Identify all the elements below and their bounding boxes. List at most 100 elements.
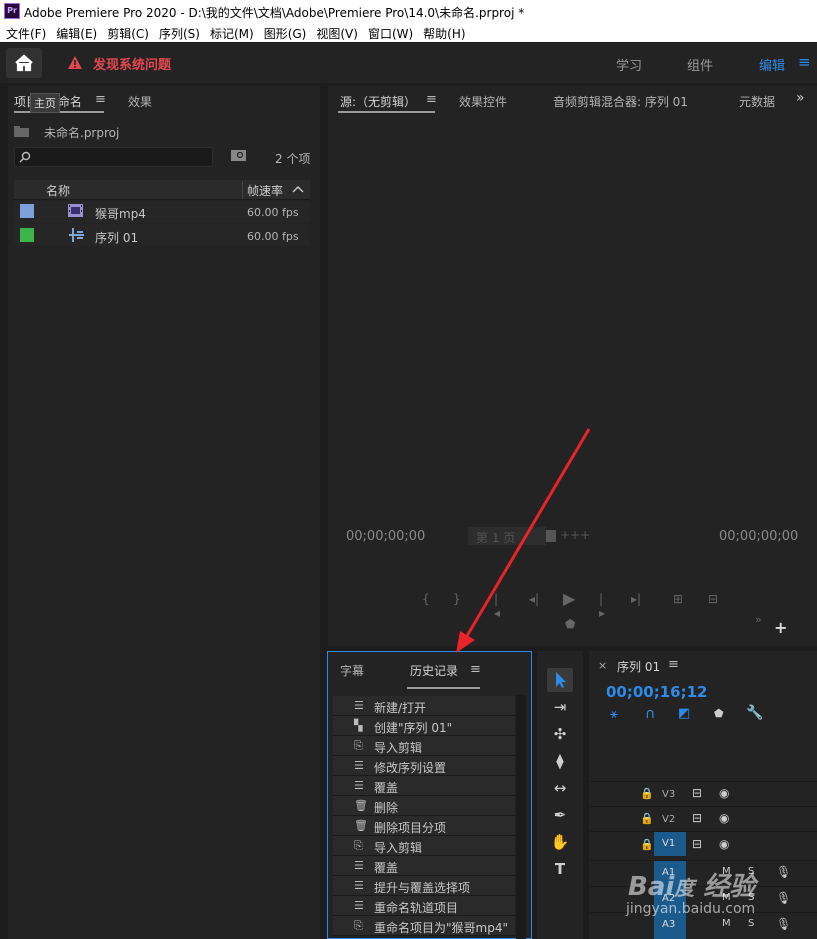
tab-captions[interactable]: 字幕: [340, 662, 364, 679]
system-warning-link[interactable]: 发现系统问题: [93, 54, 171, 73]
mute-button[interactable]: M: [722, 918, 731, 929]
add-marker-icon[interactable]: ⬟: [565, 617, 575, 631]
history-item[interactable]: ⎘ 导入剪辑: [333, 736, 515, 756]
workspace-menu-icon[interactable]: ≡: [798, 53, 811, 71]
history-item[interactable]: ☰ 新建/打开: [333, 696, 515, 716]
history-item[interactable]: 🗑 删除: [333, 796, 515, 816]
snap-magnet-icon[interactable]: ∩: [645, 706, 655, 722]
history-item[interactable]: ⎘ 导入剪辑: [333, 836, 515, 856]
tab-effect-controls[interactable]: 效果控件: [459, 93, 507, 110]
workspace-tab-learn[interactable]: 学习: [616, 55, 642, 74]
history-item[interactable]: 🗑 删除项目分项: [333, 816, 515, 836]
wrench-icon[interactable]: 🔧: [746, 705, 763, 721]
history-item[interactable]: ☰ 重命名轨道项目: [333, 896, 515, 916]
lock-icon[interactable]: 🔒: [640, 812, 654, 825]
type-tool-icon[interactable]: T: [548, 860, 572, 882]
razor-icon[interactable]: ⧫: [548, 752, 572, 774]
page-dropdown-icon[interactable]: [546, 530, 556, 542]
more-tabs-icon[interactable]: »: [796, 90, 805, 106]
item-name[interactable]: 猴哥mp4: [95, 205, 146, 222]
menu-marker[interactable]: 标记(M): [204, 22, 258, 42]
menu-view[interactable]: 视图(V): [310, 22, 362, 42]
eye-icon[interactable]: ◉: [719, 837, 729, 851]
step-forward-icon[interactable]: |▸: [599, 592, 605, 620]
microphone-icon[interactable]: 🎙: [776, 891, 791, 905]
timeline-timecode[interactable]: 00;00;16;12: [606, 683, 708, 701]
source-patch-v1[interactable]: V1: [654, 832, 686, 856]
selection-tool-button[interactable]: [547, 668, 573, 692]
lock-icon[interactable]: 🔒: [640, 787, 654, 800]
history-item[interactable]: ☰ 覆盖: [333, 856, 515, 876]
eye-icon[interactable]: ◉: [719, 786, 729, 800]
solo-button[interactable]: S: [748, 918, 754, 929]
track-label[interactable]: A3: [662, 919, 675, 930]
tab-history[interactable]: 历史记录: [410, 662, 458, 679]
microphone-icon[interactable]: 🎙: [776, 917, 791, 931]
step-back-icon[interactable]: ◂|: [529, 592, 539, 606]
linked-selection-icon[interactable]: ◩: [678, 706, 690, 721]
hand-tool-icon[interactable]: ✋: [548, 833, 572, 855]
tab-metadata-clip[interactable]: 元数据: [739, 93, 775, 110]
menu-edit[interactable]: 编辑(E): [50, 22, 101, 42]
menu-help[interactable]: 帮助(H): [417, 22, 469, 42]
history-item[interactable]: ☰ 修改序列设置: [333, 756, 515, 776]
tab-audio-mixer[interactable]: 音频剪辑混合器: 序列 01: [553, 93, 688, 110]
more-buttons-icon[interactable]: »: [755, 613, 762, 626]
history-item[interactable]: ☰ 覆盖: [333, 776, 515, 796]
go-to-in-icon[interactable]: |◂: [494, 592, 500, 620]
track-label: V1: [662, 838, 676, 849]
column-name[interactable]: 名称: [46, 182, 70, 199]
menu-window[interactable]: 窗口(W): [362, 22, 417, 42]
nest-icon[interactable]: ⚹: [610, 707, 618, 722]
tab-sequence[interactable]: 序列 01: [617, 658, 660, 675]
sync-lock-icon[interactable]: ⊟: [692, 837, 702, 851]
sync-lock-icon[interactable]: ⊟: [692, 786, 702, 800]
playback-resolution-icon[interactable]: +++: [560, 528, 590, 542]
tab-effects[interactable]: 效果: [128, 93, 152, 110]
tab-source[interactable]: 源:（无剪辑）: [340, 93, 416, 110]
panel-menu-icon[interactable]: ≡: [95, 92, 106, 107]
column-fps[interactable]: 帧速率: [247, 182, 283, 199]
project-search-input[interactable]: [14, 147, 213, 167]
close-tab-icon[interactable]: ×: [598, 659, 607, 672]
mark-out-icon[interactable]: }: [453, 592, 461, 606]
home-button[interactable]: [6, 48, 42, 78]
play-icon[interactable]: ▶: [563, 589, 575, 608]
label-color-swatch: [20, 204, 34, 218]
menu-clip[interactable]: 剪辑(C): [101, 22, 153, 42]
sort-chevron-up-icon[interactable]: [292, 185, 304, 193]
menu-graphics[interactable]: 图形(G): [258, 22, 311, 42]
track-label[interactable]: V3: [662, 789, 675, 800]
slip-tool-icon[interactable]: ↔: [548, 779, 572, 801]
timecode-playhead[interactable]: 00;00;00;00: [346, 529, 425, 544]
history-item[interactable]: ☰ 提升与覆盖选择项: [333, 876, 515, 896]
lock-icon[interactable]: 🔒: [640, 838, 654, 851]
workspace-tab-assembly[interactable]: 组件: [687, 55, 713, 74]
item-name[interactable]: 序列 01: [95, 229, 138, 246]
history-item[interactable]: ⎘ 重命名项目为"猴哥mp4": [333, 916, 515, 936]
panel-menu-icon[interactable]: ≡: [470, 662, 481, 677]
workspace-tab-editing[interactable]: 编辑: [759, 55, 785, 74]
eye-icon[interactable]: ◉: [719, 811, 729, 825]
history-scrollbar[interactable]: [516, 695, 526, 939]
track-select-icon[interactable]: ⇥: [548, 698, 572, 720]
add-marker-icon[interactable]: ⬟: [714, 707, 724, 720]
panel-menu-icon[interactable]: ≡: [426, 92, 437, 107]
menu-file[interactable]: 文件(F): [0, 22, 50, 42]
microphone-icon[interactable]: 🎙: [776, 865, 791, 879]
pen-tool-icon[interactable]: ✒: [548, 806, 572, 828]
history-item[interactable]: ▚ 创建"序列 01": [333, 716, 515, 736]
page-selector[interactable]: 第 1 页: [468, 527, 546, 545]
button-editor-icon[interactable]: +: [774, 618, 787, 637]
sync-lock-icon[interactable]: ⊟: [692, 811, 702, 825]
ripple-edit-icon[interactable]: ✣: [548, 725, 572, 747]
go-to-out-icon[interactable]: ▸|: [631, 592, 641, 606]
mark-in-icon[interactable]: {: [422, 592, 430, 606]
overwrite-icon[interactable]: ⊟: [708, 592, 718, 606]
insert-icon[interactable]: ⊞: [673, 592, 683, 606]
track-label[interactable]: V2: [662, 814, 675, 825]
menu-sequence[interactable]: 序列(S): [153, 22, 204, 42]
panel-menu-icon[interactable]: ≡: [668, 657, 679, 672]
new-bin-search-icon[interactable]: [231, 150, 247, 162]
premiere-logo-icon: Pr: [4, 3, 20, 19]
